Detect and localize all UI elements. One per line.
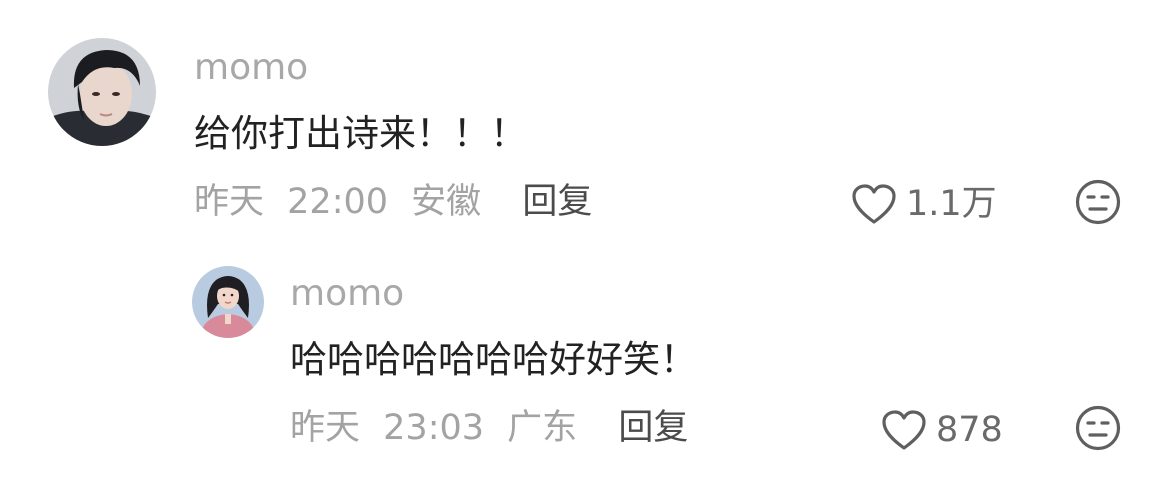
comment-location: 广东 [507, 408, 578, 448]
heart-outline-icon [882, 410, 926, 450]
comment-date: 昨天 [194, 182, 265, 222]
comment-date: 昨天 [290, 408, 361, 448]
neutral-face-icon [1075, 179, 1121, 225]
comment-text: 给你打出诗来！！！ [194, 112, 527, 155]
comment-meta: 昨天 23:03 广东 回复 [290, 408, 688, 448]
neutral-face-icon [1075, 405, 1121, 451]
username[interactable]: momo [290, 274, 404, 314]
like-button[interactable]: 878 [880, 408, 1003, 452]
reply-button[interactable]: 回复 [618, 408, 688, 448]
comment-location: 安徽 [411, 182, 482, 222]
comment-time: 23:03 [383, 408, 485, 448]
comment-time: 22:00 [287, 182, 389, 222]
reply-comment: momo 哈哈哈哈哈哈哈好好笑！ 昨天 23:03 广东 回复 878 [0, 250, 1170, 485]
dislike-button[interactable] [1074, 404, 1122, 452]
username[interactable]: momo [194, 48, 308, 88]
like-button[interactable]: 1.1万 [850, 182, 997, 226]
comment-meta: 昨天 22:00 安徽 回复 [194, 182, 592, 222]
like-count: 878 [936, 410, 1003, 450]
dislike-button[interactable] [1074, 178, 1122, 226]
avatar[interactable] [48, 38, 156, 146]
like-count: 1.1万 [906, 184, 997, 224]
avatar-image [192, 266, 264, 338]
comment-text: 哈哈哈哈哈哈哈好好笑！ [290, 338, 697, 381]
heart-outline-icon [852, 184, 896, 224]
comment: momo 给你打出诗来！！！ 昨天 22:00 安徽 回复 1.1万 [0, 0, 1170, 250]
reply-button[interactable]: 回复 [522, 182, 592, 222]
avatar[interactable] [192, 266, 264, 338]
avatar-image [48, 38, 156, 146]
